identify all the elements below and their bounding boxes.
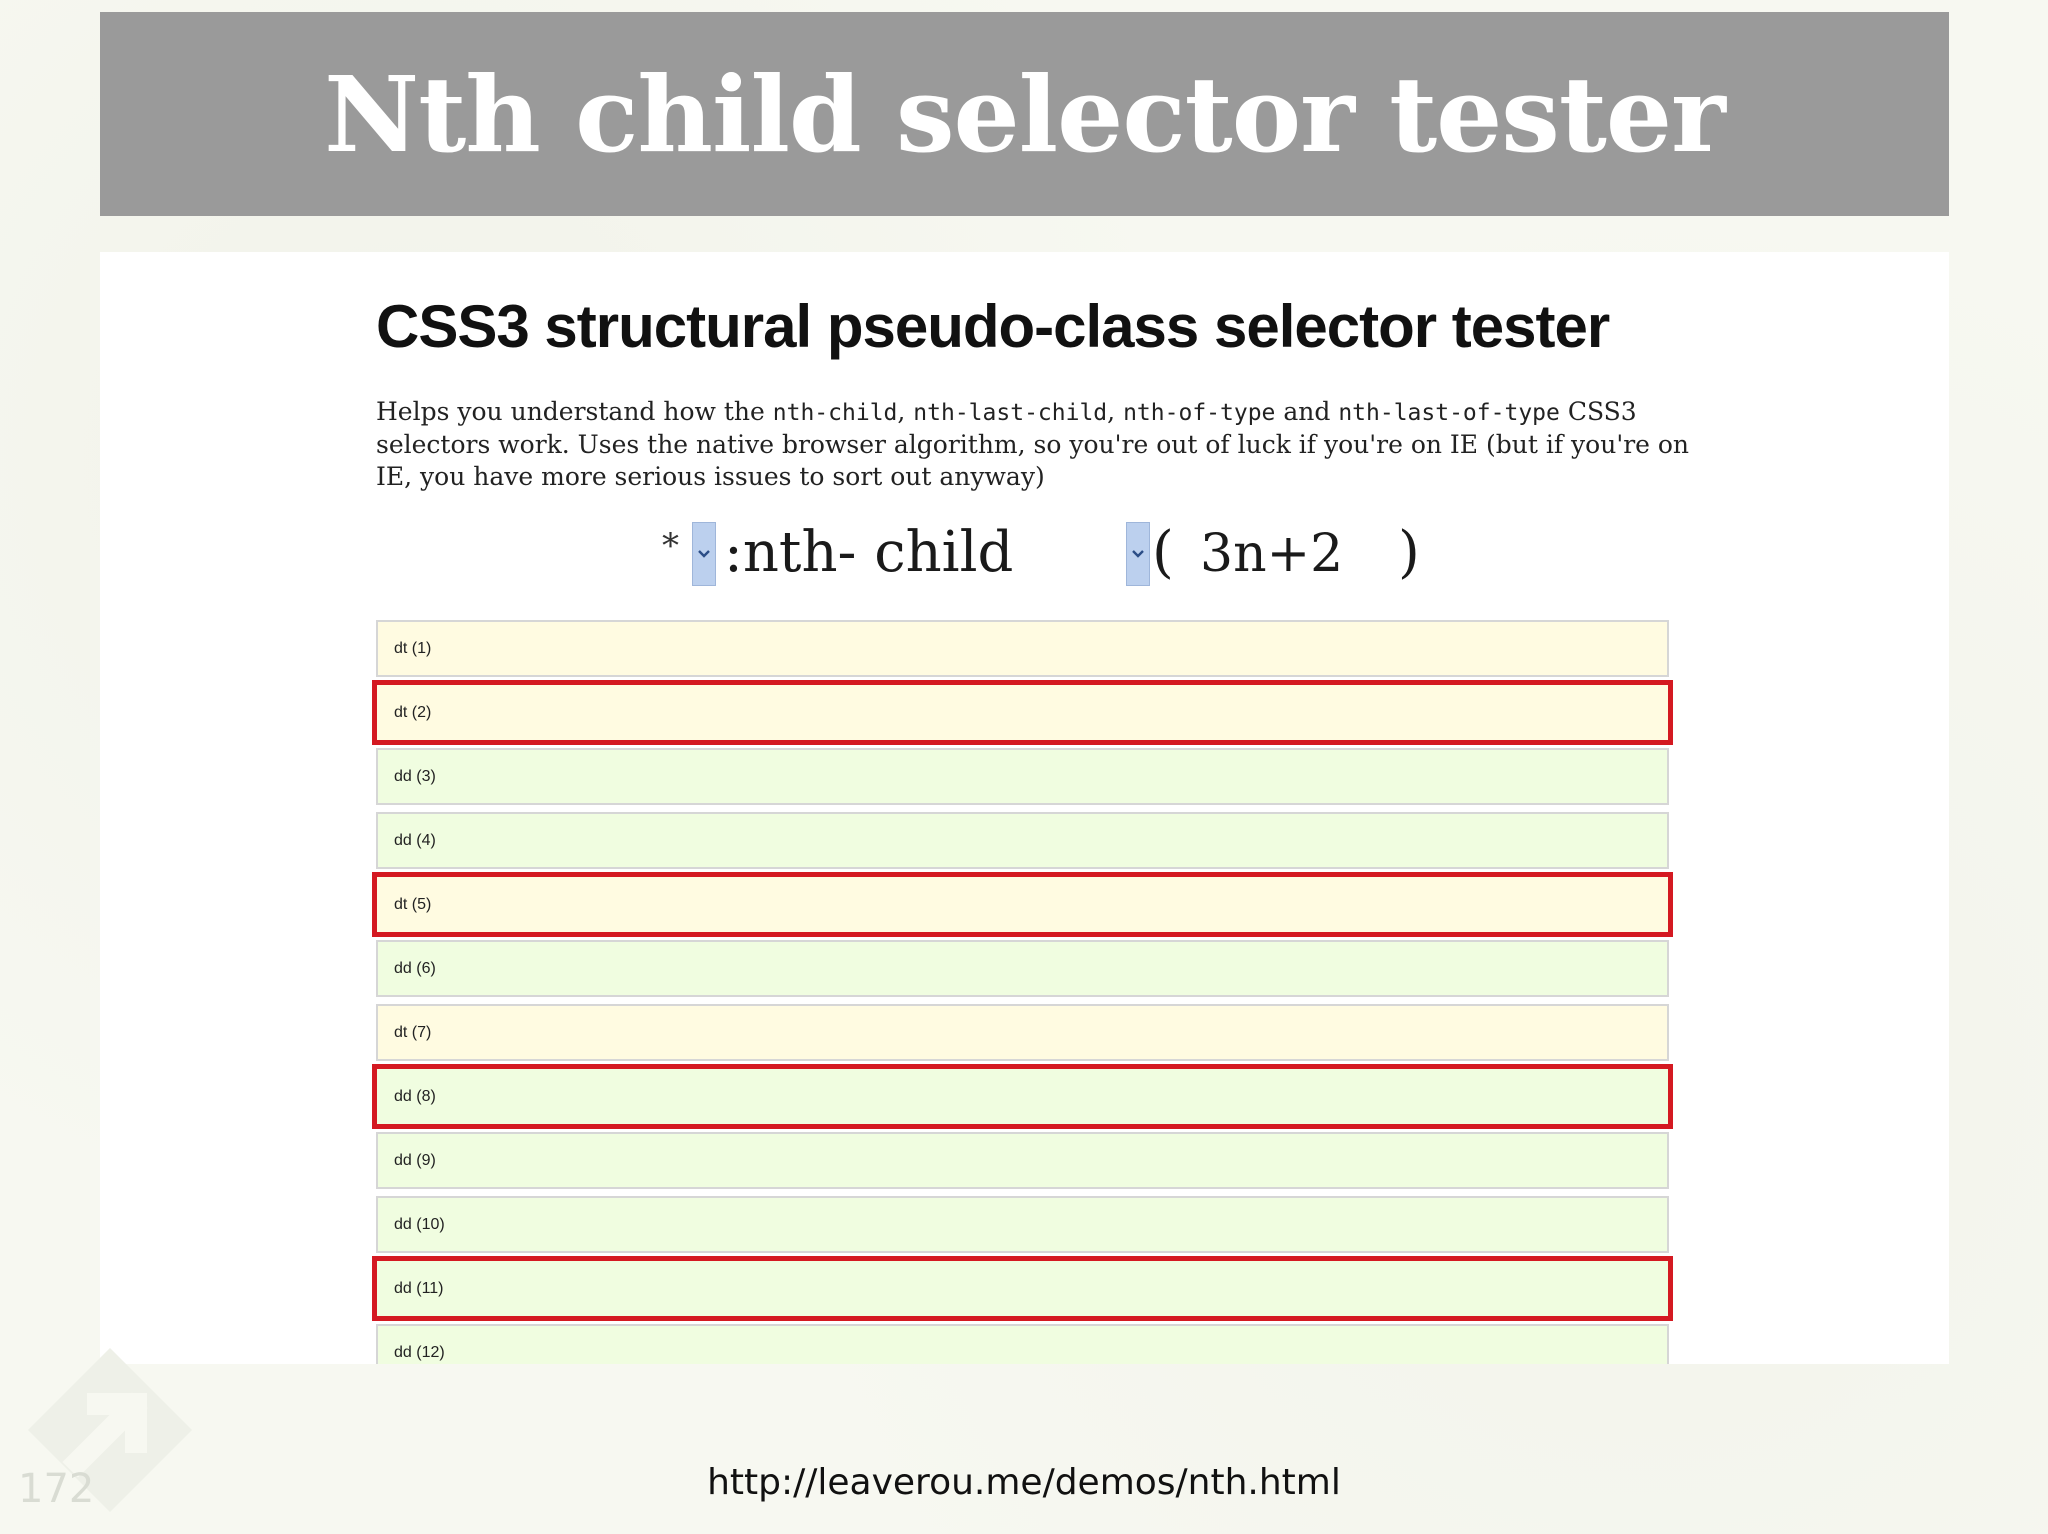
demo-screenshot: CSS3 structural pseudo-class selector te… — [100, 252, 1949, 1364]
demo-description: Helps you understand how the nth-child, … — [376, 396, 1696, 493]
open-paren: ( — [1152, 520, 1174, 585]
list-item-label: dt (1) — [394, 639, 432, 657]
chevron-down-icon — [698, 550, 710, 558]
pseudo-class-select-dropdown[interactable] — [1126, 522, 1150, 586]
code-nth-last-of-type: nth-last-of-type — [1338, 400, 1560, 426]
code-nth-child: nth-child — [772, 400, 898, 426]
element-select-dropdown[interactable] — [692, 522, 716, 586]
slide-title-bar: Nth child selector tester — [100, 12, 1949, 216]
list-item: dt (2) — [372, 680, 1673, 745]
chevron-down-icon — [1132, 550, 1144, 558]
list-item-label: dt (7) — [394, 1023, 432, 1041]
desc-sep-1: , — [897, 397, 914, 426]
list-item: dd (12) — [376, 1324, 1669, 1364]
list-item-label: dd (4) — [394, 831, 436, 849]
slide-title: Nth child selector tester — [324, 52, 1726, 176]
code-nth-of-type: nth-of-type — [1123, 400, 1276, 426]
list-item-label: dd (11) — [394, 1279, 444, 1297]
list-item-label: dd (12) — [394, 1343, 445, 1361]
list-item: dt (5) — [372, 872, 1673, 937]
selector-controls: * :nth- child ( ) — [100, 520, 1949, 590]
desc-prefix: Helps you understand how the — [376, 397, 773, 426]
list-item: dt (7) — [376, 1004, 1669, 1061]
pseudo-class-select-value: :nth- child — [724, 520, 1014, 585]
close-paren: ) — [1398, 520, 1420, 585]
formula-input[interactable] — [1200, 524, 1370, 584]
element-list: dt (1) dt (2) dd (3) dd (4) dt (5) dd (6) dt (… — [372, 620, 1673, 1364]
list-item: dd (4) — [376, 812, 1669, 869]
footer-url[interactable]: http://leaverou.me/demos/nth.html — [0, 1462, 2048, 1503]
desc-sep-2: , — [1107, 397, 1124, 426]
list-item: dd (10) — [376, 1196, 1669, 1253]
list-item: dt (1) — [376, 620, 1669, 677]
list-item-label: dd (9) — [394, 1151, 436, 1169]
code-nth-last-child: nth-last-child — [913, 400, 1108, 426]
list-item-label: dd (10) — [394, 1215, 445, 1233]
list-item-label: dd (8) — [394, 1087, 436, 1105]
list-item: dd (6) — [376, 940, 1669, 997]
list-item-label: dt (5) — [394, 895, 432, 913]
list-item-label: dd (3) — [394, 767, 436, 785]
demo-heading: CSS3 structural pseudo-class selector te… — [376, 293, 1610, 360]
list-item: dd (3) — [376, 748, 1669, 805]
list-item: dd (11) — [372, 1256, 1673, 1321]
list-item: dd (8) — [372, 1064, 1673, 1129]
list-item: dd (9) — [376, 1132, 1669, 1189]
list-item-label: dt (2) — [394, 703, 432, 721]
element-selector-value: * — [662, 526, 679, 566]
desc-sep-3: and — [1275, 397, 1339, 426]
list-item-label: dd (6) — [394, 959, 436, 977]
